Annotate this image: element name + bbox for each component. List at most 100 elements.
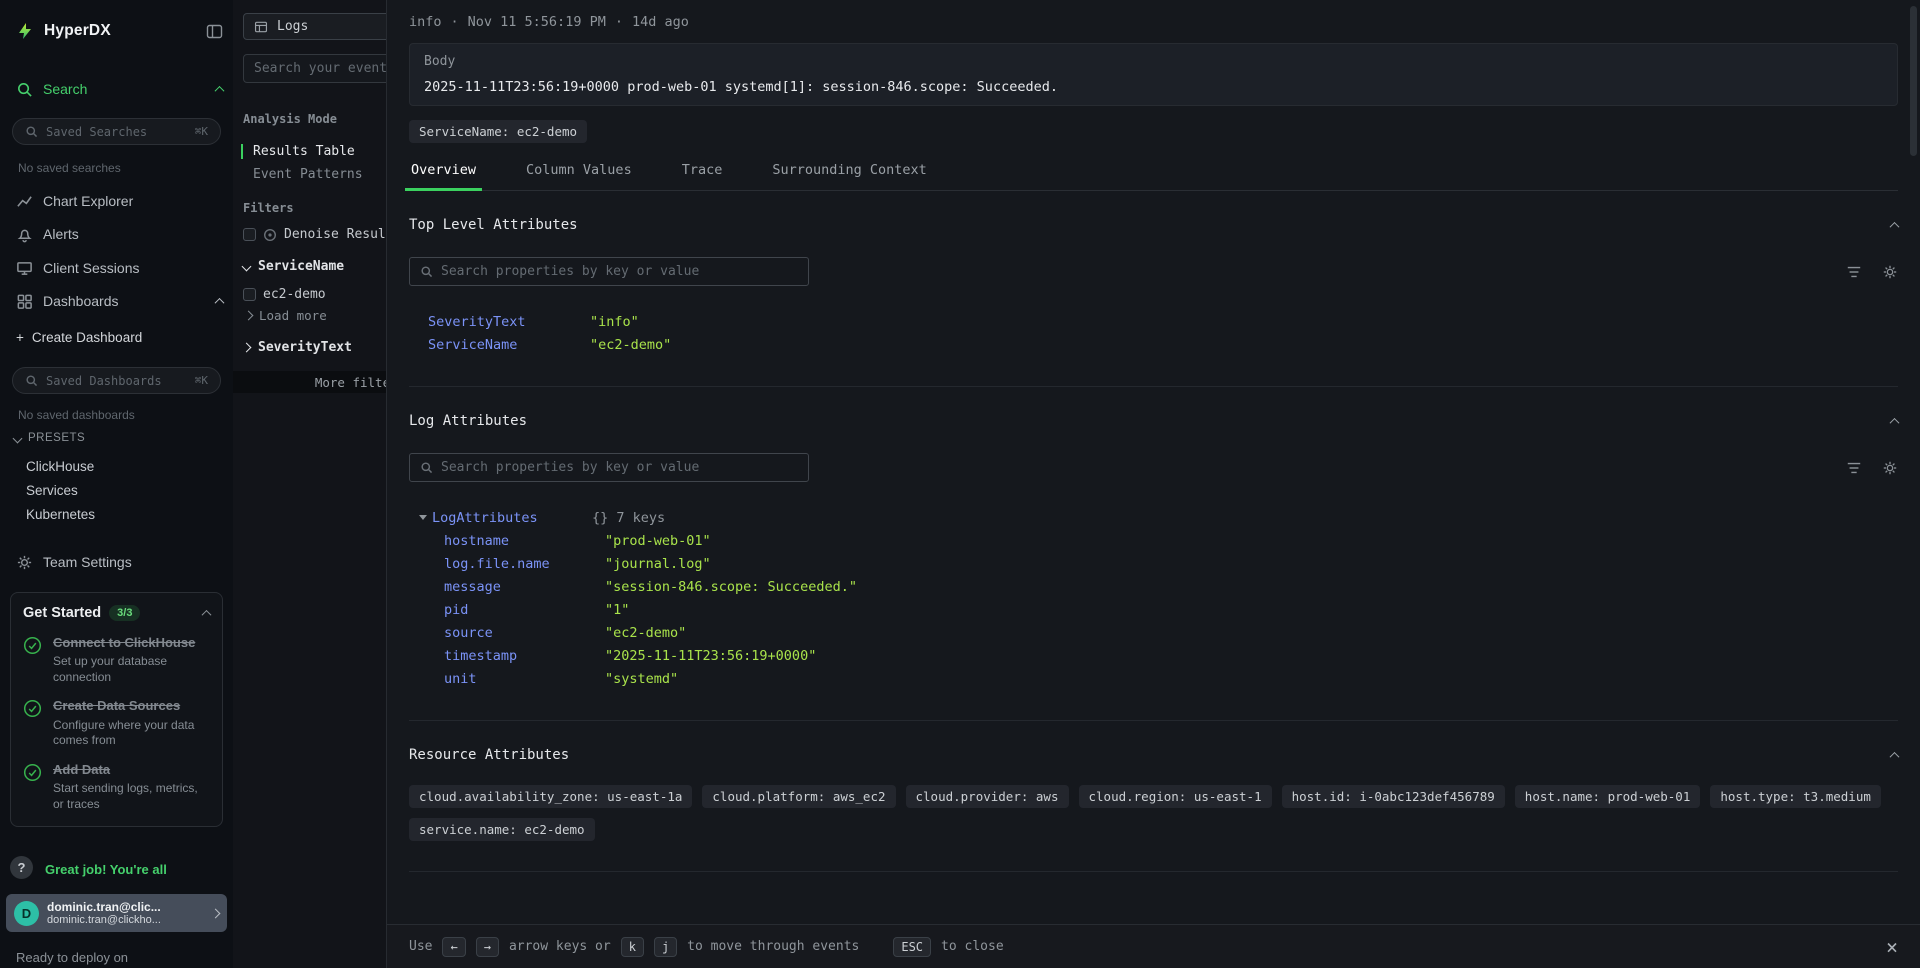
tree-root-row[interactable]: LogAttributes {} 7 keys (409, 506, 1898, 529)
close-icon[interactable]: × (1886, 937, 1898, 957)
option-checkbox[interactable] (243, 288, 256, 301)
resource-tag[interactable]: host.type: t3.medium (1710, 785, 1881, 808)
chevron-up-icon[interactable] (203, 610, 210, 617)
collapse-sidebar-icon[interactable] (206, 23, 223, 40)
gear-icon[interactable] (1882, 264, 1898, 280)
sidebar-item-search[interactable]: Search (16, 74, 223, 104)
shortcut-badge: ⌘K (195, 125, 208, 138)
attribute-value[interactable]: "journal.log" (605, 556, 711, 572)
tab-label: Column Values (526, 162, 632, 178)
collapse-section-icon[interactable] (1891, 752, 1898, 759)
attribute-value[interactable]: "1" (605, 602, 629, 618)
user-email: dominic.tran@clickho... (47, 914, 204, 926)
get-started-step[interactable]: Add Data Start sending logs, metrics, or… (23, 762, 210, 812)
denoise-filter[interactable]: Denoise Results (243, 227, 386, 242)
event-search-input[interactable] (254, 61, 386, 76)
filter-lines-icon[interactable] (1846, 264, 1862, 280)
tab[interactable]: Overview (409, 152, 478, 190)
attribute-key[interactable]: unit (444, 671, 605, 687)
resource-tag[interactable]: cloud.availability_zone: us-east-1a (409, 785, 692, 808)
gear-icon (16, 554, 33, 571)
saved-dashboards-input[interactable]: Saved Dashboards ⌘K (12, 367, 221, 394)
preset-label: Services (26, 483, 78, 498)
sidebar-item-alerts[interactable]: Alerts (16, 219, 223, 249)
esc-key: ESC (893, 937, 931, 957)
more-filters-button[interactable]: More filters (233, 371, 386, 393)
resource-tag[interactable]: cloud.provider: aws (906, 785, 1069, 808)
collapse-section-icon[interactable] (1891, 418, 1898, 425)
scrollbar-thumb[interactable] (1910, 6, 1917, 156)
attribute-key[interactable]: timestamp (444, 648, 605, 664)
attribute-key[interactable]: hostname (444, 533, 605, 549)
preset-item[interactable]: Kubernetes (26, 503, 223, 525)
preset-item[interactable]: Services (26, 479, 223, 501)
gear-icon[interactable] (1882, 460, 1898, 476)
attribute-key[interactable]: message (444, 579, 605, 595)
collapse-section-icon[interactable] (1891, 222, 1898, 229)
event-search-box[interactable] (243, 54, 386, 83)
filters-label: Filters (243, 201, 294, 215)
property-search-box[interactable] (409, 257, 809, 286)
attribute-key[interactable]: SeverityText (428, 314, 590, 330)
sidebar-item-label: Chart Explorer (43, 193, 223, 209)
resource-tag[interactable]: host.id: i-0abc123def456789 (1282, 785, 1505, 808)
sidebar-item-label: Search (43, 81, 206, 97)
great-job-text: Great job! You're all (45, 862, 167, 877)
load-more-button[interactable]: Load more (245, 308, 327, 323)
denoise-checkbox[interactable] (243, 228, 256, 241)
help-button[interactable]: ? (10, 856, 33, 879)
get-started-step[interactable]: Connect to ClickHouse Set up your databa… (23, 635, 210, 685)
presets-label: PRESETS (28, 432, 85, 444)
service-name-tag[interactable]: ServiceName: ec2-demo (409, 120, 587, 143)
attribute-value[interactable]: "ec2-demo" (605, 625, 686, 641)
tab[interactable]: Trace (680, 152, 725, 190)
filter-option-ec2-demo[interactable]: ec2-demo (243, 287, 326, 302)
attribute-key[interactable]: source (444, 625, 605, 641)
user-name: dominic.tran@clic... (47, 900, 204, 914)
property-search-input[interactable] (441, 460, 798, 475)
section-log-attributes: Log Attributes (409, 387, 1898, 721)
analysis-mode-option[interactable]: Event Patterns (241, 167, 363, 182)
resource-tags: cloud.availability_zone: us-east-1a clou… (409, 785, 1889, 841)
filter-group-servicename[interactable]: ServiceName (243, 259, 344, 274)
resource-tag[interactable]: host.name: prod-web-01 (1515, 785, 1701, 808)
resource-tag[interactable]: cloud.region: us-east-1 (1079, 785, 1272, 808)
sidebar-item-chart-explorer[interactable]: Chart Explorer (16, 186, 223, 216)
filter-group-severitytext[interactable]: SeverityText (243, 340, 352, 355)
saved-searches-input[interactable]: Saved Searches ⌘K (12, 118, 221, 145)
log-attribute-rows: hostname "prod-web-01" log.file.name "jo… (409, 529, 1898, 690)
filter-lines-icon[interactable] (1846, 460, 1862, 476)
attribute-key[interactable]: pid (444, 602, 605, 618)
tab[interactable]: Surrounding Context (770, 152, 928, 190)
resource-tag[interactable]: cloud.platform: aws_ec2 (702, 785, 895, 808)
avatar: D (14, 901, 39, 926)
user-menu[interactable]: D dominic.tran@clic... dominic.tran@clic… (6, 894, 227, 932)
attribute-value[interactable]: "2025-11-11T23:56:19+0000" (605, 648, 816, 664)
attribute-value[interactable]: "ec2-demo" (590, 337, 671, 353)
attribute-value[interactable]: "prod-web-01" (605, 533, 711, 549)
resource-tag[interactable]: service.name: ec2-demo (409, 818, 595, 841)
severity-text: info (409, 14, 442, 30)
analysis-mode-option[interactable]: Results Table (241, 144, 355, 159)
sidebar-item-team-settings[interactable]: Team Settings (16, 547, 223, 577)
create-dashboard-button[interactable]: + Create Dashboard (16, 330, 142, 345)
attribute-row: ServiceName "ec2-demo" (409, 333, 1898, 356)
sidebar-item-client-sessions[interactable]: Client Sessions (16, 253, 223, 283)
event-body-box: Body 2025-11-11T23:56:19+0000 prod-web-0… (409, 43, 1898, 106)
attribute-value[interactable]: "session-846.scope: Succeeded." (605, 579, 857, 595)
attribute-value[interactable]: "info" (590, 314, 639, 330)
attribute-value[interactable]: "systemd" (605, 671, 678, 687)
sidebar: HyperDX Search Saved Searches ⌘K No save… (0, 0, 233, 968)
preset-item[interactable]: ClickHouse (26, 455, 223, 477)
sidebar-item-dashboards[interactable]: Dashboards (16, 286, 223, 316)
tab[interactable]: Column Values (524, 152, 634, 190)
presets-toggle[interactable]: PRESETS (14, 432, 85, 444)
property-search-box[interactable] (409, 453, 809, 482)
attribute-key[interactable]: ServiceName (428, 337, 590, 353)
attribute-key[interactable]: log.file.name (444, 556, 605, 572)
source-select[interactable]: Logs (243, 13, 386, 40)
property-search-input[interactable] (441, 264, 798, 279)
chart-icon (16, 193, 33, 210)
attribute-key[interactable]: LogAttributes (432, 510, 592, 526)
get-started-step[interactable]: Create Data Sources Configure where your… (23, 698, 210, 748)
